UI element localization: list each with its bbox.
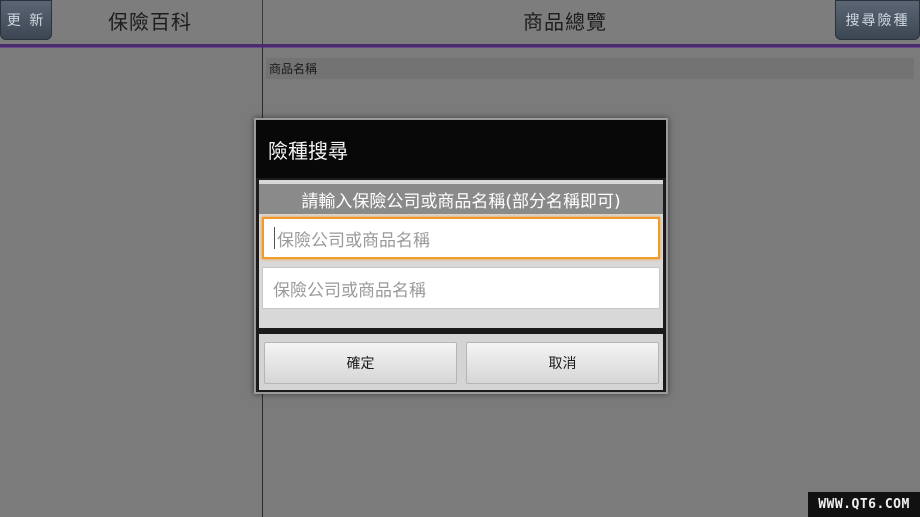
sidebar-title: 保險百科: [108, 10, 192, 34]
dialog-body: 請輸入保險公司或商品名稱(部分名稱即可) 保險公司或商品名稱 保險公司或商品名稱: [259, 180, 663, 328]
search-dialog: 險種搜尋 請輸入保險公司或商品名稱(部分名稱即可) 保險公司或商品名稱 保險公司…: [254, 118, 668, 394]
header-divider: [262, 0, 263, 44]
dialog-prompt: 請輸入保險公司或商品名稱(部分名稱即可): [259, 184, 663, 214]
dialog-title: 險種搜尋: [256, 120, 666, 178]
watermark: WWW.QT6.COM: [808, 492, 920, 517]
product-name-column-header: 商品名稱: [266, 58, 914, 79]
page-title: 商品總覽: [523, 10, 607, 34]
text-caret: [274, 227, 275, 249]
search-input-secondary[interactable]: 保險公司或商品名稱: [262, 267, 660, 309]
search-input-primary-placeholder: 保險公司或商品名稱: [277, 230, 430, 251]
confirm-button[interactable]: 確定: [264, 342, 457, 384]
top-bar: 更 新 保險百科 商品總覽 搜尋險種: [0, 0, 920, 47]
search-category-button[interactable]: 搜尋險種: [835, 0, 920, 40]
search-input-secondary-placeholder: 保險公司或商品名稱: [273, 280, 426, 301]
update-button[interactable]: 更 新: [0, 0, 52, 40]
cancel-button[interactable]: 取消: [466, 342, 659, 384]
search-input-primary[interactable]: 保險公司或商品名稱: [262, 217, 660, 259]
dialog-footer: 確定 取消: [259, 334, 663, 390]
